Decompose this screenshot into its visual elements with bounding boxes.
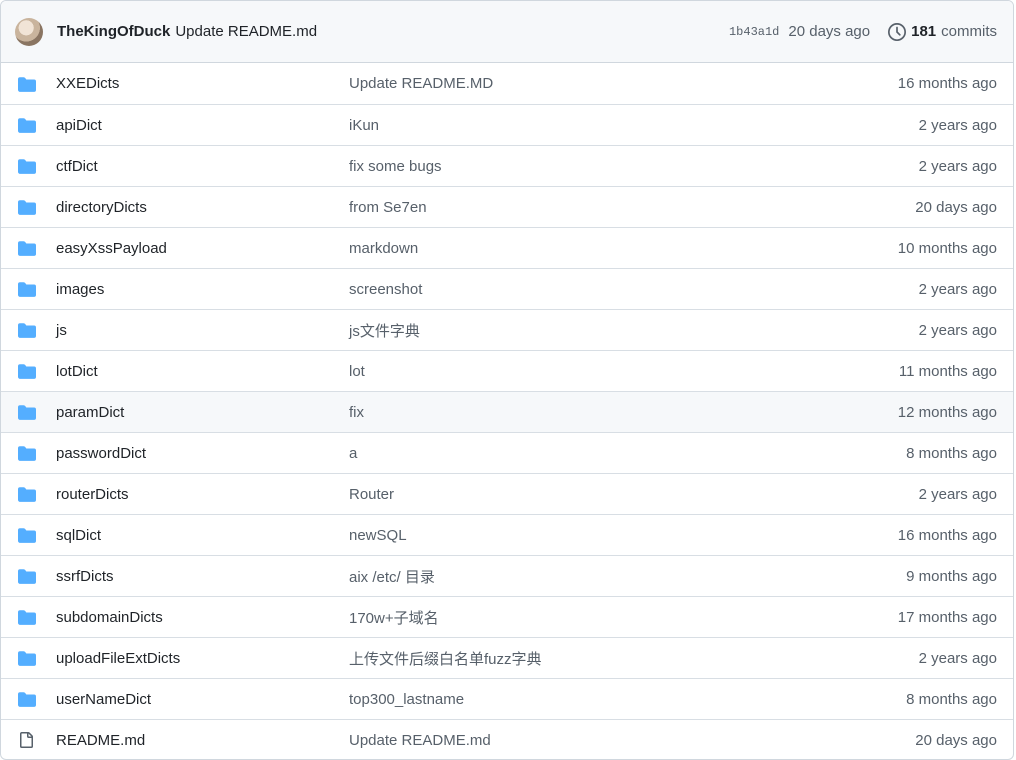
commit-message-link[interactable]: 上传文件后缀白名单fuzz字典	[349, 648, 919, 669]
folder-icon	[18, 650, 42, 666]
file-icon	[18, 731, 42, 749]
folder-icon	[18, 322, 42, 338]
file-name-link[interactable]: routerDicts	[56, 486, 349, 503]
commit-date: 16 months ago	[897, 75, 997, 92]
folder-icon	[18, 404, 42, 420]
folder-icon	[18, 445, 42, 461]
commits-link[interactable]: 181 commits	[888, 22, 997, 41]
file-name-link[interactable]: README.md	[56, 732, 349, 749]
file-row[interactable]: userNameDict top300_lastname 8 months ago	[1, 678, 1013, 719]
file-row[interactable]: paramDict fix 12 months ago	[1, 391, 1013, 432]
file-name-link[interactable]: uploadFileExtDicts	[56, 650, 349, 667]
commit-date: 2 years ago	[918, 485, 997, 503]
commit-message-link[interactable]: Update README.md	[349, 732, 915, 749]
folder-icon	[18, 363, 42, 379]
commit-date: 12 months ago	[897, 403, 997, 421]
commit-message-link[interactable]: a	[349, 445, 906, 462]
file-name-link[interactable]: paramDict	[56, 404, 349, 421]
commit-message-link[interactable]: Router	[349, 486, 919, 503]
file-list: XXEDicts Update README.MD 16 months ago api…	[1, 63, 1013, 759]
file-name-link[interactable]: lotDict	[56, 363, 349, 380]
file-name-link[interactable]: apiDict	[56, 117, 349, 134]
file-name-link[interactable]: sqlDict	[56, 527, 349, 544]
file-row[interactable]: sqlDict newSQL 16 months ago	[1, 514, 1013, 555]
folder-icon	[18, 691, 42, 707]
file-name-link[interactable]: subdomainDicts	[56, 609, 349, 626]
history-icon	[888, 22, 907, 41]
file-row[interactable]: XXEDicts Update README.MD 16 months ago	[1, 63, 1013, 104]
file-row[interactable]: uploadFileExtDicts 上传文件后缀白名单fuzz字典 2 years…	[1, 637, 1013, 678]
commit-message-link[interactable]: lot	[349, 363, 899, 380]
file-name-link[interactable]: ctfDict	[56, 158, 349, 175]
commit-date: 10 months ago	[897, 239, 997, 257]
file-row[interactable]: js js文件字典 2 years ago	[1, 309, 1013, 350]
commit-date: 2 years ago	[918, 116, 997, 134]
folder-icon	[18, 486, 42, 502]
file-row[interactable]: subdomainDicts 170w+子域名 17 months ago	[1, 596, 1013, 637]
commit-date: 8 months ago	[906, 444, 997, 462]
commit-date: 17 months ago	[897, 608, 997, 626]
file-row[interactable]: apiDict iKun 2 years ago	[1, 104, 1013, 145]
file-name-link[interactable]: easyXssPayload	[56, 240, 349, 257]
commit-message-link[interactable]: newSQL	[349, 527, 898, 544]
folder-icon	[18, 199, 42, 215]
file-row[interactable]: ctfDict fix some bugs 2 years ago	[1, 145, 1013, 186]
file-name-link[interactable]: ssrfDicts	[56, 568, 349, 585]
folder-icon	[18, 281, 42, 297]
folder-icon	[18, 527, 42, 543]
folder-icon	[18, 76, 42, 92]
commit-message-link[interactable]: 170w+子域名	[349, 607, 898, 628]
file-row[interactable]: ssrfDicts aix /etc/ 目录 9 months ago	[1, 555, 1013, 596]
latest-commit-bar: TheKingOfDuck Update README.md 1b43a1d 2…	[1, 1, 1013, 63]
file-name-link[interactable]: directoryDicts	[56, 199, 349, 216]
file-name-link[interactable]: passwordDict	[56, 445, 349, 462]
commit-message-link[interactable]: aix /etc/ 目录	[349, 566, 906, 587]
file-name-link[interactable]: userNameDict	[56, 691, 349, 708]
commit-message-link[interactable]: js文件字典	[349, 320, 919, 341]
file-browser: TheKingOfDuck Update README.md 1b43a1d 2…	[0, 0, 1014, 760]
commit-message-link[interactable]: fix	[349, 404, 898, 421]
file-row[interactable]: passwordDict a 8 months ago	[1, 432, 1013, 473]
commit-message-link[interactable]: fix some bugs	[349, 158, 919, 175]
commit-age: 20 days ago	[788, 23, 871, 40]
file-row[interactable]: easyXssPayload markdown 10 months ago	[1, 227, 1013, 268]
avatar[interactable]	[15, 17, 43, 46]
commit-message-link[interactable]: screenshot	[349, 281, 919, 298]
commit-count: 181	[911, 23, 937, 40]
file-row[interactable]: routerDicts Router 2 years ago	[1, 473, 1013, 514]
commit-date: 9 months ago	[906, 567, 997, 585]
file-name-link[interactable]: images	[56, 281, 349, 298]
commits-label: commits	[941, 23, 997, 40]
commit-sha-link[interactable]: 1b43a1d	[729, 25, 779, 39]
commit-date: 2 years ago	[918, 649, 997, 667]
file-row[interactable]: README.md Update README.md 20 days ago	[1, 719, 1013, 759]
commit-date: 2 years ago	[918, 157, 997, 175]
commit-message-link[interactable]: top300_lastname	[349, 691, 906, 708]
file-name-link[interactable]: js	[56, 322, 349, 339]
commit-message-link[interactable]: markdown	[349, 240, 898, 257]
commit-date: 2 years ago	[918, 321, 997, 339]
commit-date: 8 months ago	[906, 690, 997, 708]
commit-message-link[interactable]: iKun	[349, 117, 919, 134]
commit-message-link[interactable]: Update README.MD	[349, 75, 898, 92]
commit-date: 2 years ago	[918, 280, 997, 298]
commit-date: 20 days ago	[915, 198, 997, 216]
folder-icon	[18, 609, 42, 625]
folder-icon	[18, 240, 42, 256]
file-row[interactable]: lotDict lot 11 months ago	[1, 350, 1013, 391]
commit-date: 16 months ago	[897, 526, 997, 544]
commit-author-link[interactable]: TheKingOfDuck	[57, 23, 170, 40]
commit-message-link[interactable]: Update README.md	[175, 23, 317, 40]
folder-icon	[18, 158, 42, 174]
folder-icon	[18, 568, 42, 584]
commit-message-link[interactable]: from Se7en	[349, 199, 915, 216]
file-name-link[interactable]: XXEDicts	[56, 75, 349, 92]
commit-date: 20 days ago	[915, 731, 997, 749]
commit-date: 11 months ago	[898, 362, 997, 380]
file-row[interactable]: directoryDicts from Se7en 20 days ago	[1, 186, 1013, 227]
folder-icon	[18, 117, 42, 133]
file-row[interactable]: images screenshot 2 years ago	[1, 268, 1013, 309]
